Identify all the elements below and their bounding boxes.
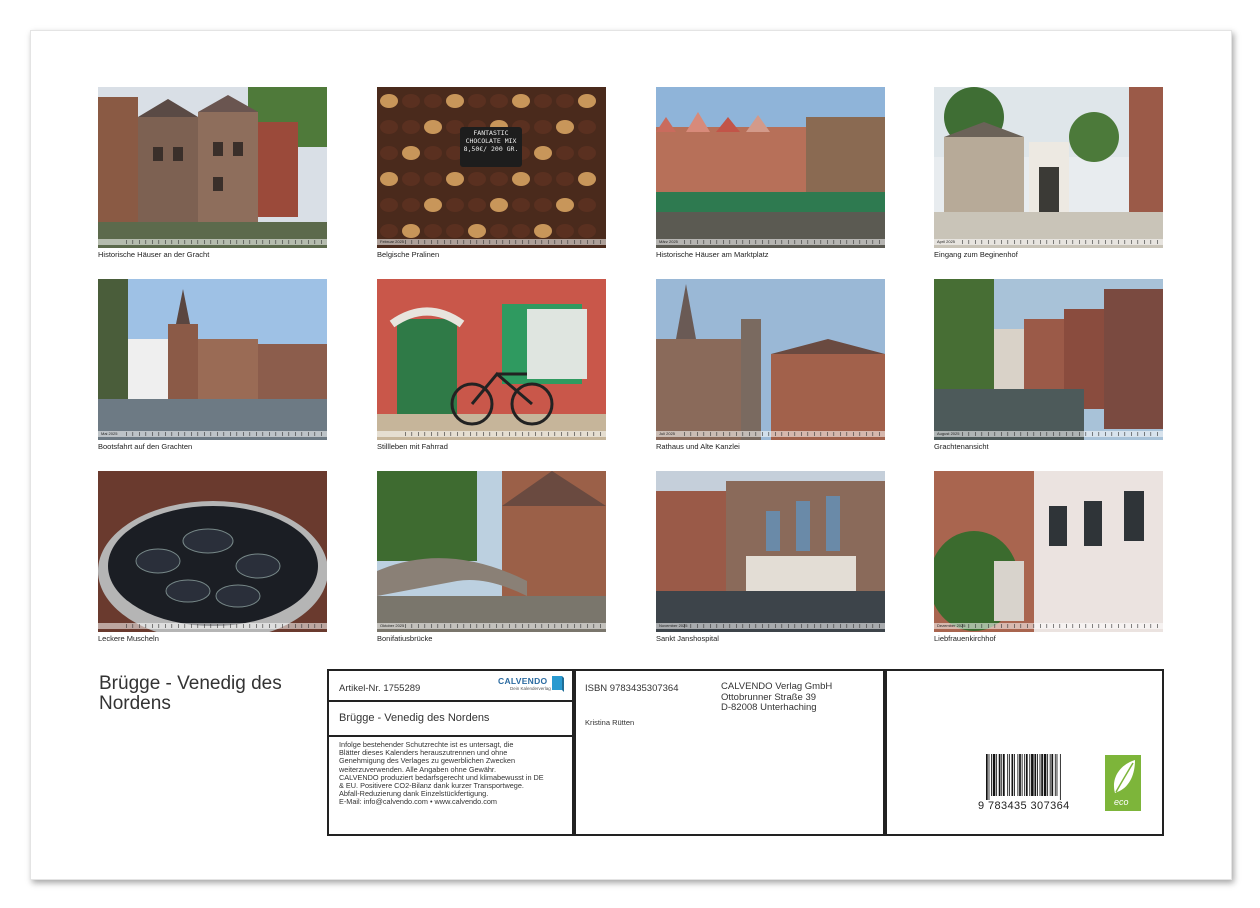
photo-image bbox=[377, 279, 606, 440]
barcode bbox=[986, 754, 1061, 800]
photo-caption: Grachtenansicht bbox=[934, 442, 989, 451]
photo-image bbox=[656, 279, 885, 440]
month-strip bbox=[98, 239, 327, 245]
photo-image bbox=[377, 471, 606, 632]
photo-thumbnail bbox=[377, 279, 606, 440]
sign-line: FANTASTIC bbox=[473, 129, 509, 137]
photo-caption: Historische Häuser am Marktplatz bbox=[656, 250, 769, 259]
month-label: Oktober 2025 bbox=[380, 623, 405, 628]
photo-thumbnail: Juli 2025 bbox=[656, 279, 885, 440]
calendar-title: Brügge - Venedig des Nordens bbox=[99, 673, 282, 714]
legal-notice: Infolge bestehender Schutzrechte ist es … bbox=[339, 740, 571, 807]
calvendo-logo-sub: Dein Kalenderverlag bbox=[510, 686, 551, 691]
month-strip: April 2025 bbox=[934, 239, 1163, 245]
isbn: ISBN 9783435307364 bbox=[585, 683, 679, 694]
article-divider bbox=[329, 700, 574, 702]
month-label: November 2025 bbox=[659, 623, 688, 628]
month-strip: Oktober 2025 bbox=[377, 623, 606, 629]
leaf-icon bbox=[1113, 760, 1135, 793]
calvendo-logo-text: CALVENDO bbox=[498, 676, 548, 686]
eco-badge: eco bbox=[1105, 755, 1141, 811]
photo-caption: Liebfrauenkirchhof bbox=[934, 634, 996, 643]
month-strip bbox=[377, 431, 606, 437]
photo-caption: Bootsfahrt auf den Grachten bbox=[98, 442, 193, 451]
photo-thumbnail: Oktober 2025 bbox=[377, 471, 606, 632]
month-label: August 2025 bbox=[937, 431, 960, 436]
month-strip: November 2025 bbox=[656, 623, 885, 629]
photo-thumbnail bbox=[98, 471, 327, 632]
sign-line: CHOCOLATE MIX bbox=[465, 137, 517, 145]
month-strip: Juli 2025 bbox=[656, 431, 885, 437]
month-strip: März 2025 bbox=[656, 239, 885, 245]
article-number: Artikel-Nr. 1755289 bbox=[339, 683, 421, 694]
month-strip: Februar 2025 bbox=[377, 239, 606, 245]
legal-line: E-Mail: info@calvendo.com • www.calvendo… bbox=[339, 797, 497, 807]
eco-label: eco bbox=[1114, 797, 1129, 807]
photo-thumbnail: Mai 2025 bbox=[98, 279, 327, 440]
photo-caption: Rathaus und Alte Kanzlei bbox=[656, 442, 740, 451]
photo-thumbnail bbox=[98, 87, 327, 248]
calvendo-logo: CALVENDO Dein Kalenderverlag bbox=[496, 675, 566, 697]
photo-thumbnail: Dezember 2025 bbox=[934, 471, 1163, 632]
photo-caption: Stillleben mit Fahrrad bbox=[377, 442, 448, 451]
month-label: Dezember 2025 bbox=[937, 623, 966, 628]
month-label: Juli 2025 bbox=[659, 431, 676, 436]
title-divider bbox=[329, 735, 574, 737]
month-label: Februar 2025 bbox=[380, 239, 405, 244]
photo-image bbox=[98, 87, 327, 248]
photo-image bbox=[656, 471, 885, 632]
month-label: März 2025 bbox=[659, 239, 678, 244]
month-strip: Dezember 2025 bbox=[934, 623, 1163, 629]
book-title: Brügge - Venedig des Nordens bbox=[339, 712, 490, 724]
photo-image bbox=[98, 279, 327, 440]
publisher-line: CALVENDO Verlag GmbH bbox=[721, 681, 833, 692]
photo-caption: Eingang zum Beginenhof bbox=[934, 250, 1018, 259]
barcode-number: 9 783435 307364 bbox=[978, 800, 1070, 812]
month-strip bbox=[98, 623, 327, 629]
photo-caption: Belgische Pralinen bbox=[377, 250, 440, 259]
publisher-line: D-82008 Unterhaching bbox=[721, 702, 817, 713]
photo-caption: Sankt Janshospital bbox=[656, 634, 719, 643]
photo-image bbox=[377, 87, 606, 248]
author: Kristina Rütten bbox=[585, 718, 635, 727]
chocolate-sign: FANTASTIC CHOCOLATE MIX 8,50€/ 200 GR. bbox=[460, 129, 522, 153]
photo-image bbox=[934, 279, 1163, 440]
month-label: Mai 2025 bbox=[101, 431, 118, 436]
photo-caption: Bonifatiusbrücke bbox=[377, 634, 433, 643]
calvendo-flag-icon bbox=[552, 676, 564, 692]
photo-thumbnail: April 2025 bbox=[934, 87, 1163, 248]
month-strip: August 2025 bbox=[934, 431, 1163, 437]
photo-image bbox=[934, 471, 1163, 632]
photo-thumbnail: November 2025 bbox=[656, 471, 885, 632]
publisher-address: CALVENDO Verlag GmbH Ottobrunner Straße 3… bbox=[721, 681, 833, 714]
photo-caption: Historische Häuser an der Gracht bbox=[98, 250, 210, 259]
photo-thumbnail: August 2025 bbox=[934, 279, 1163, 440]
month-label: April 2025 bbox=[937, 239, 956, 244]
sign-line: 8,50€/ 200 GR. bbox=[463, 145, 519, 153]
month-strip: Mai 2025 bbox=[98, 431, 327, 437]
photo-image bbox=[656, 87, 885, 248]
photo-image bbox=[98, 471, 327, 632]
photo-caption: Leckere Muscheln bbox=[98, 634, 159, 643]
photo-thumbnail: Februar 2025 FANTASTIC CHOCOLATE MIX 8,50€/… bbox=[377, 87, 606, 248]
photo-thumbnail: März 2025 bbox=[656, 87, 885, 248]
photo-image bbox=[934, 87, 1163, 248]
